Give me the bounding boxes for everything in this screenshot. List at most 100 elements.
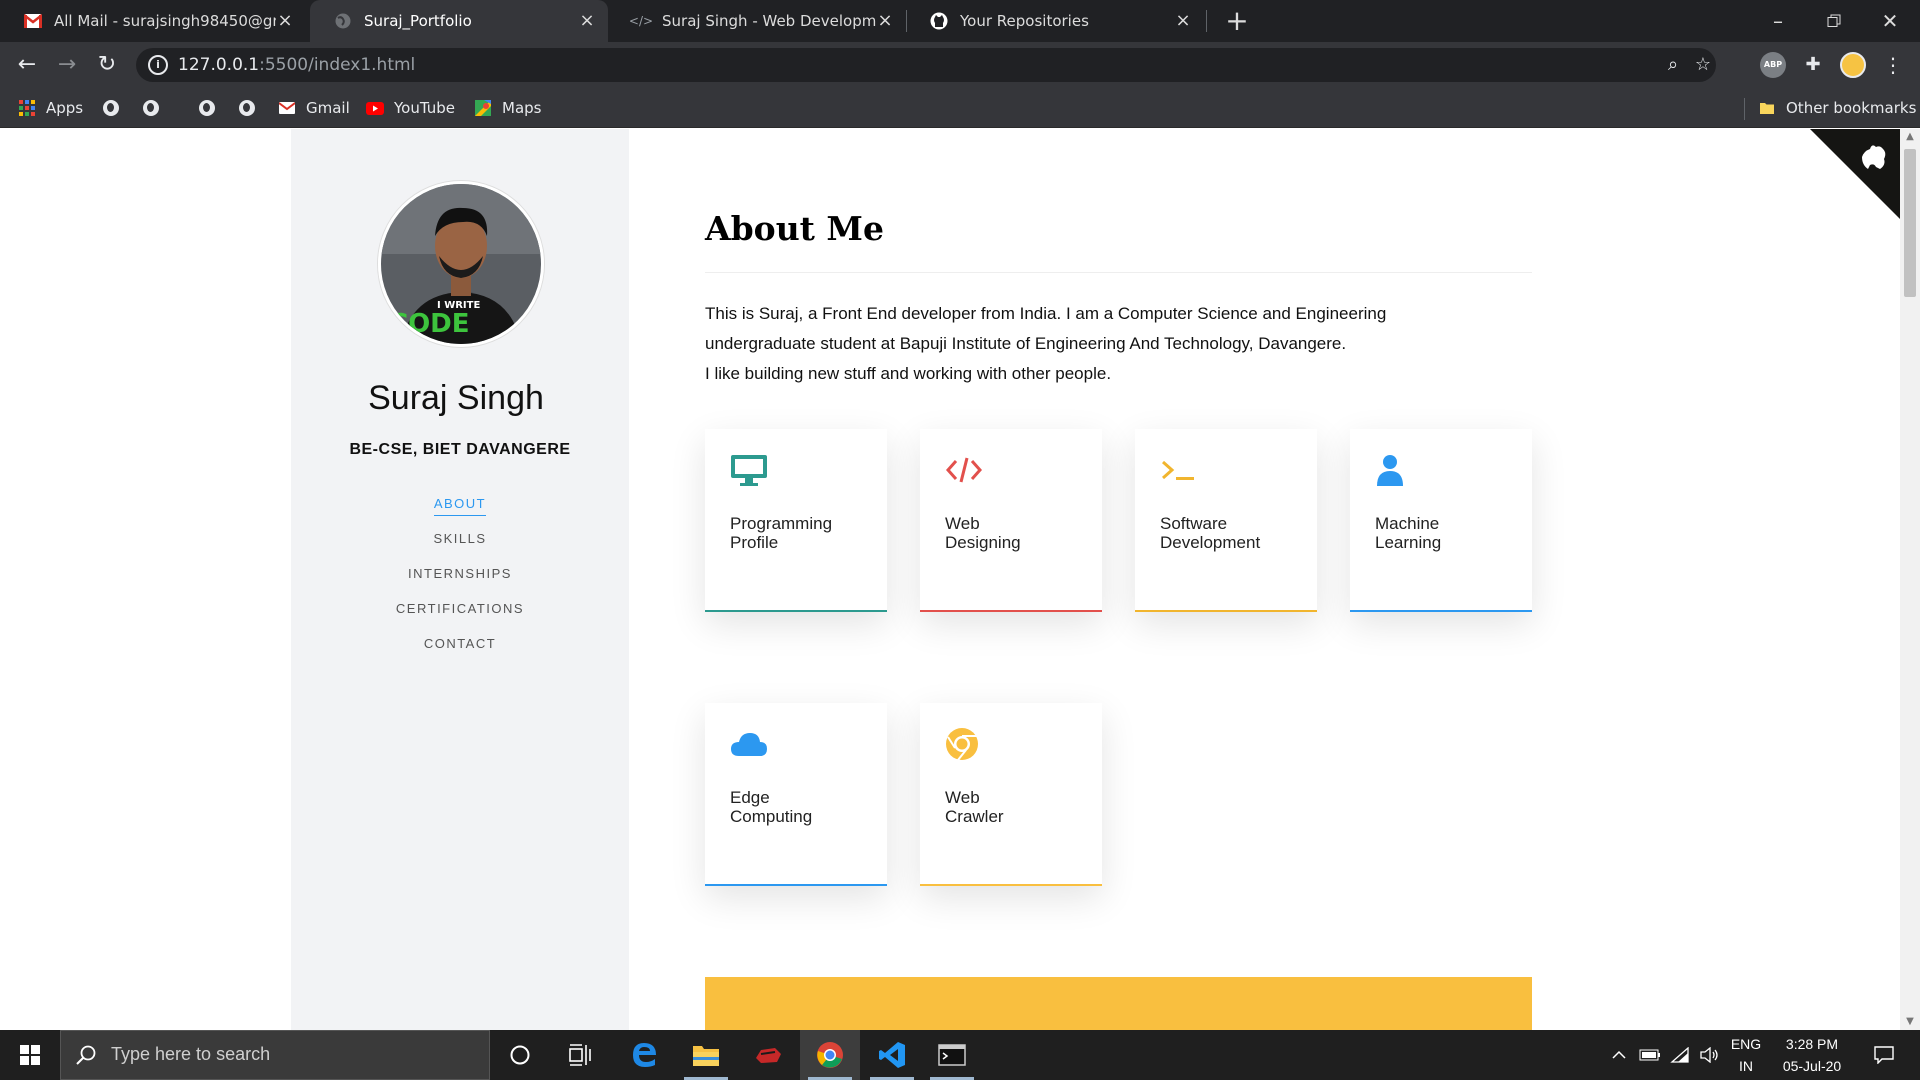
clock[interactable]: 3:28 PM 05-Jul-20 — [1772, 1033, 1852, 1077]
close-tab-icon[interactable]: × — [876, 12, 894, 30]
tab-all-mail[interactable]: All Mail - surajsingh98450@gmai × — [0, 0, 306, 42]
bookmark-apps[interactable]: Apps — [18, 96, 83, 120]
profile-subtitle: BE-CSE, BIET DAVANGERE — [349, 441, 571, 458]
chrome-taskbar-icon[interactable] — [800, 1030, 860, 1080]
tab-web-development[interactable]: </> Suraj Singh - Web Development × — [608, 0, 906, 42]
monitor-icon — [730, 453, 768, 487]
terminal-icon — [1160, 453, 1198, 487]
card-machine-learning[interactable]: Machine Learning — [1350, 429, 1532, 612]
avatar: I WRITE CODE — [378, 181, 544, 347]
nav-label: CONTACT — [423, 636, 497, 651]
code-icon — [945, 453, 983, 487]
nav-certifications[interactable]: CERTIFICATIONS — [291, 601, 629, 616]
profile-avatar-icon[interactable] — [1840, 52, 1866, 78]
card-edge-computing[interactable]: Edge Computing — [705, 703, 887, 886]
gmail-icon — [24, 12, 42, 30]
github-corner-link[interactable] — [1810, 129, 1900, 219]
tab-your-repositories[interactable]: Your Repositories × — [906, 0, 1204, 42]
restore-button[interactable] — [1806, 0, 1862, 42]
reload-button[interactable]: ↻ — [92, 50, 122, 80]
bookmark-globe-4[interactable] — [238, 96, 266, 120]
bookmark-youtube[interactable]: YouTube — [366, 96, 455, 120]
tab-separator — [1206, 10, 1207, 32]
card-software-development[interactable]: Software Development — [1135, 429, 1317, 612]
info-icon[interactable]: i — [148, 55, 168, 75]
about-paragraph: This is Suraj, a Front End developer fro… — [705, 299, 1532, 389]
card-label: Web Crawler — [945, 788, 1004, 826]
card-web-crawler[interactable]: Web Crawler — [920, 703, 1102, 886]
region-label: IN — [1739, 1058, 1753, 1074]
nav-about[interactable]: ABOUT — [291, 496, 629, 516]
url-path: :5500/index1.html — [259, 55, 416, 75]
tab-title: Suraj_Portfolio — [364, 12, 472, 30]
tab-suraj-portfolio[interactable]: Suraj_Portfolio × — [310, 0, 608, 42]
scroll-down-arrow[interactable]: ▼ — [1900, 1014, 1920, 1030]
volume-icon[interactable] — [1696, 1030, 1724, 1080]
bookmark-label: Maps — [502, 99, 542, 117]
close-tab-icon[interactable]: × — [1174, 12, 1192, 30]
bookmark-other[interactable]: Other bookmarks — [1758, 96, 1916, 120]
vscode-taskbar-icon[interactable] — [862, 1030, 922, 1080]
terminal-taskbar-icon[interactable] — [922, 1030, 982, 1080]
bookmark-star-icon[interactable]: ☆ — [1692, 54, 1714, 76]
tab-title: Suraj Singh - Web Development — [662, 12, 876, 30]
card-label: Software Development — [1160, 514, 1261, 552]
shirt-text-bottom: CODE — [389, 309, 470, 339]
minimize-button[interactable]: – — [1750, 0, 1806, 42]
nav-label: SKILLS — [433, 531, 487, 546]
language-indicator[interactable]: ENG IN — [1726, 1033, 1766, 1077]
url-host: 127.0.0.1 — [178, 55, 260, 75]
heading-divider — [705, 272, 1532, 273]
url-text[interactable]: 127.0.0.1:5500/index1.html — [178, 55, 415, 75]
new-tab-button[interactable]: + — [1222, 6, 1252, 36]
section-heading: About Me — [705, 209, 884, 248]
nav-internships[interactable]: INTERNSHIPS — [291, 566, 629, 581]
about-line: I like building new stuff and working wi… — [705, 364, 1112, 383]
zoom-search-icon[interactable]: ⌕ — [1662, 54, 1684, 76]
cortana-button[interactable] — [490, 1030, 550, 1080]
forward-button[interactable]: → — [52, 50, 82, 80]
card-web-designing[interactable]: Web Designing — [920, 429, 1102, 612]
address-bar[interactable]: i 127.0.0.1:5500/index1.html ⌕ ☆ — [136, 48, 1716, 82]
scroll-thumb[interactable] — [1904, 149, 1916, 297]
taskbar-search-box[interactable]: Type here to search — [60, 1030, 490, 1080]
bookmark-gmail[interactable]: Gmail — [278, 96, 350, 120]
bookmark-maps[interactable]: Maps — [474, 96, 541, 120]
clock-date: 05-Jul-20 — [1782, 1058, 1842, 1074]
nav-skills[interactable]: SKILLS — [291, 531, 629, 546]
tray-overflow-chevron-icon[interactable] — [1604, 1030, 1634, 1080]
scroll-up-arrow[interactable]: ▲ — [1900, 129, 1920, 145]
bookmark-globe-1[interactable] — [102, 96, 130, 120]
file-explorer-taskbar-icon[interactable] — [676, 1030, 736, 1080]
bookmark-label: Other bookmarks — [1786, 99, 1917, 117]
bookmark-globe-3[interactable] — [198, 96, 226, 120]
hire-me-banner — [705, 977, 1532, 1030]
bookmark-separator — [1744, 98, 1745, 120]
task-view-button[interactable] — [550, 1030, 610, 1080]
back-button[interactable]: ← — [12, 50, 42, 80]
menu-kebab-icon[interactable]: ⋮ — [1878, 50, 1908, 80]
card-label: Edge Computing — [730, 788, 813, 826]
wifi-icon[interactable] — [1666, 1030, 1694, 1080]
notification-center-icon[interactable] — [1864, 1030, 1904, 1080]
cloud-icon — [730, 727, 768, 761]
close-tab-icon[interactable]: × — [276, 12, 294, 30]
close-tab-icon[interactable]: × — [578, 12, 596, 30]
profile-name: Suraj Singh — [368, 379, 544, 417]
battery-icon[interactable] — [1636, 1030, 1664, 1080]
chrome-icon — [945, 727, 983, 761]
card-label: Machine Learning — [1375, 514, 1442, 552]
nav-contact[interactable]: CONTACT — [291, 636, 629, 651]
start-button[interactable] — [0, 1030, 60, 1080]
adblock-extension-icon[interactable]: ABP — [1760, 52, 1786, 78]
close-window-button[interactable]: ✕ — [1862, 0, 1918, 42]
youtube-icon — [366, 99, 384, 117]
gmail-icon — [278, 99, 296, 117]
nav-label: ABOUT — [433, 496, 487, 516]
edge-taskbar-icon[interactable] — [614, 1030, 674, 1080]
bookmark-globe-2[interactable] — [142, 96, 170, 120]
card-programming-profile[interactable]: Programming Profile — [705, 429, 887, 612]
extensions-puzzle-icon[interactable]: ✚ — [1800, 52, 1826, 78]
page-scrollbar[interactable]: ▲ ▼ — [1900, 129, 1920, 1030]
game-app-taskbar-icon[interactable] — [738, 1030, 798, 1080]
